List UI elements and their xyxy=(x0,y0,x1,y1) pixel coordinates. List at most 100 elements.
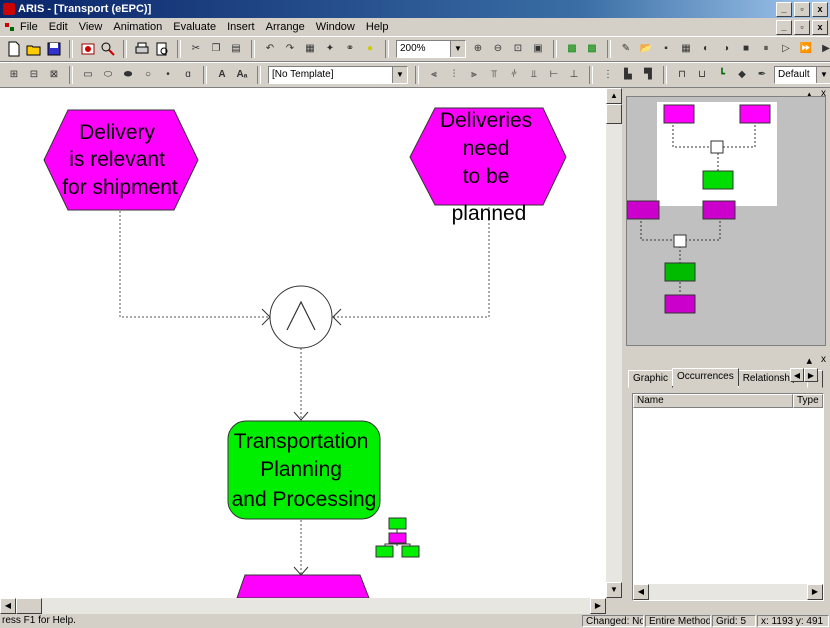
menu-help[interactable]: Help xyxy=(366,21,389,33)
undo-icon[interactable]: ↶ xyxy=(262,41,278,57)
tab-occurrences[interactable]: Occurrences xyxy=(672,368,739,386)
font-icon[interactable]: A xyxy=(214,67,230,83)
and-connector[interactable] xyxy=(269,285,333,349)
step-forward-icon[interactable]: ◑ xyxy=(718,41,734,57)
align-left-icon[interactable]: ⫷ xyxy=(426,67,442,83)
fast-forward-icon[interactable]: ⏩ xyxy=(798,41,814,57)
save-object-icon[interactable]: ▪ xyxy=(658,41,674,57)
group-icon[interactable]: ⊟ xyxy=(26,67,42,83)
vertical-scrollbar[interactable]: ▲ ▼ xyxy=(606,88,622,598)
zoom-select[interactable]: 200% ▼ xyxy=(396,40,466,58)
fit-page-icon[interactable]: ▣ xyxy=(530,41,546,57)
style-select[interactable]: Default ▼ xyxy=(774,66,830,84)
minimize-button[interactable]: _ xyxy=(776,2,792,17)
overview-minimap[interactable] xyxy=(626,96,826,346)
binoculars-icon[interactable]: ⚭ xyxy=(342,41,358,57)
menu-window[interactable]: Window xyxy=(316,21,355,33)
menu-view[interactable]: View xyxy=(79,21,103,33)
step-back-icon[interactable]: ◐ xyxy=(698,41,714,57)
same-size-icon[interactable]: ⊥ xyxy=(566,67,582,83)
align-right-icon[interactable]: ⫸ xyxy=(466,67,482,83)
layout-icon[interactable]: ⊓ xyxy=(674,67,690,83)
line-style-icon[interactable]: ┗ xyxy=(714,67,730,83)
zoom-area-icon[interactable]: ⊡ xyxy=(510,41,526,57)
bring-front-icon[interactable]: ▙ xyxy=(620,67,636,83)
list-scroll-left-button[interactable]: ◀ xyxy=(633,584,649,600)
stop-icon[interactable]: ▦ xyxy=(678,41,694,57)
doc-minimize-button[interactable]: _ xyxy=(776,20,792,35)
menu-arrange[interactable]: Arrange xyxy=(266,21,305,33)
process-assignment-icon[interactable] xyxy=(375,517,420,558)
tab-graphic[interactable]: Graphic xyxy=(628,370,674,388)
scroll-up-button[interactable]: ▲ xyxy=(606,88,622,104)
scroll-left-button[interactable]: ◀ xyxy=(0,598,16,614)
obj-panel-close-icon[interactable]: x xyxy=(821,354,826,365)
doc-restore-button[interactable]: ▫ xyxy=(794,20,810,35)
zoom-in-icon[interactable]: ⊕ xyxy=(470,41,486,57)
view-icon-2[interactable]: ▩ xyxy=(584,41,600,57)
paste-icon[interactable]: ▤ xyxy=(228,41,244,57)
menu-edit[interactable]: Edit xyxy=(49,21,68,33)
print-preview-icon[interactable] xyxy=(154,41,170,57)
list-scroll-right-button[interactable]: ▶ xyxy=(807,584,823,600)
vertical-scroll-thumb[interactable] xyxy=(606,104,622,124)
save-icon[interactable] xyxy=(46,41,62,57)
insert-icon[interactable]: ⊞ xyxy=(6,67,22,83)
menu-evaluate[interactable]: Evaluate xyxy=(173,21,216,33)
view-icon-1[interactable]: ▩ xyxy=(564,41,580,57)
connection-event1-and[interactable] xyxy=(119,195,270,318)
relayout-icon[interactable]: ⊔ xyxy=(694,67,710,83)
new-icon[interactable] xyxy=(6,41,22,57)
close-button[interactable]: x xyxy=(812,2,828,17)
tab-scroll-right-button[interactable]: ▶ xyxy=(804,368,818,382)
lightbulb-icon[interactable]: ● xyxy=(362,41,378,57)
column-header-type[interactable]: Type xyxy=(793,394,823,408)
event-next-partial[interactable] xyxy=(236,574,370,598)
cut-icon[interactable]: ✂ xyxy=(188,41,204,57)
pause-icon[interactable]: ⏸ xyxy=(758,41,774,57)
model-icon[interactable] xyxy=(80,41,96,57)
rounded-rect-icon[interactable]: ⬭ xyxy=(100,67,116,83)
align-bottom-icon[interactable]: ⫫ xyxy=(526,67,542,83)
menu-insert[interactable]: Insert xyxy=(227,21,255,33)
play-icon[interactable]: ▷ xyxy=(778,41,794,57)
model-canvas[interactable]: Delivery is relevant for shipment Delive… xyxy=(0,88,606,598)
print-icon[interactable] xyxy=(134,41,150,57)
grid-icon[interactable]: ⋮ xyxy=(600,67,616,83)
occurrences-list[interactable]: Name Type ◀ ▶ xyxy=(632,393,824,601)
horizontal-scrollbar[interactable]: ◀ ▶ xyxy=(0,598,606,614)
obj-panel-restore-icon[interactable]: ▴ xyxy=(806,354,812,367)
wizard-icon[interactable]: ✦ xyxy=(322,41,338,57)
fill-color-icon[interactable]: ◆ xyxy=(734,67,750,83)
freeform-icon[interactable]: ɑ xyxy=(180,67,196,83)
open-icon[interactable] xyxy=(26,41,42,57)
scroll-down-button[interactable]: ▼ xyxy=(606,582,622,598)
point-icon[interactable]: • xyxy=(160,67,176,83)
aris-app-icon[interactable] xyxy=(3,3,15,15)
list-hscrollbar[interactable]: ◀ ▶ xyxy=(633,584,823,600)
edit-object-icon[interactable]: ✎ xyxy=(618,41,634,57)
maximize-button[interactable]: ▫ xyxy=(794,2,810,17)
circle-icon[interactable]: ○ xyxy=(140,67,156,83)
menu-animation[interactable]: Animation xyxy=(113,21,162,33)
scroll-right-button[interactable]: ▶ xyxy=(590,598,606,614)
align-middle-icon[interactable]: ⫩ xyxy=(506,67,522,83)
zoom-out-icon[interactable]: ⊖ xyxy=(490,41,506,57)
copy-icon[interactable]: ❐ xyxy=(208,41,224,57)
line-color-icon[interactable]: ✒ xyxy=(754,67,770,83)
search-icon[interactable] xyxy=(100,41,116,57)
rectangle-icon[interactable]: ▭ xyxy=(80,67,96,83)
menu-file[interactable]: File xyxy=(20,21,38,33)
template-select[interactable]: [No Template] ▼ xyxy=(268,66,408,84)
properties-icon[interactable]: ▦ xyxy=(302,41,318,57)
distribute-icon[interactable]: ⊢ xyxy=(546,67,562,83)
doc-close-button[interactable]: x xyxy=(812,20,828,35)
stop-anim-icon[interactable]: ■ xyxy=(738,41,754,57)
font-size-icon[interactable]: Aₐ xyxy=(234,67,250,83)
align-top-icon[interactable]: ⫪ xyxy=(486,67,502,83)
send-back-icon[interactable]: ▜ xyxy=(640,67,656,83)
column-header-name[interactable]: Name xyxy=(633,394,793,408)
document-icon[interactable] xyxy=(4,21,16,33)
horizontal-scroll-thumb[interactable] xyxy=(16,598,42,614)
ungroup-icon[interactable]: ⊠ xyxy=(46,67,62,83)
